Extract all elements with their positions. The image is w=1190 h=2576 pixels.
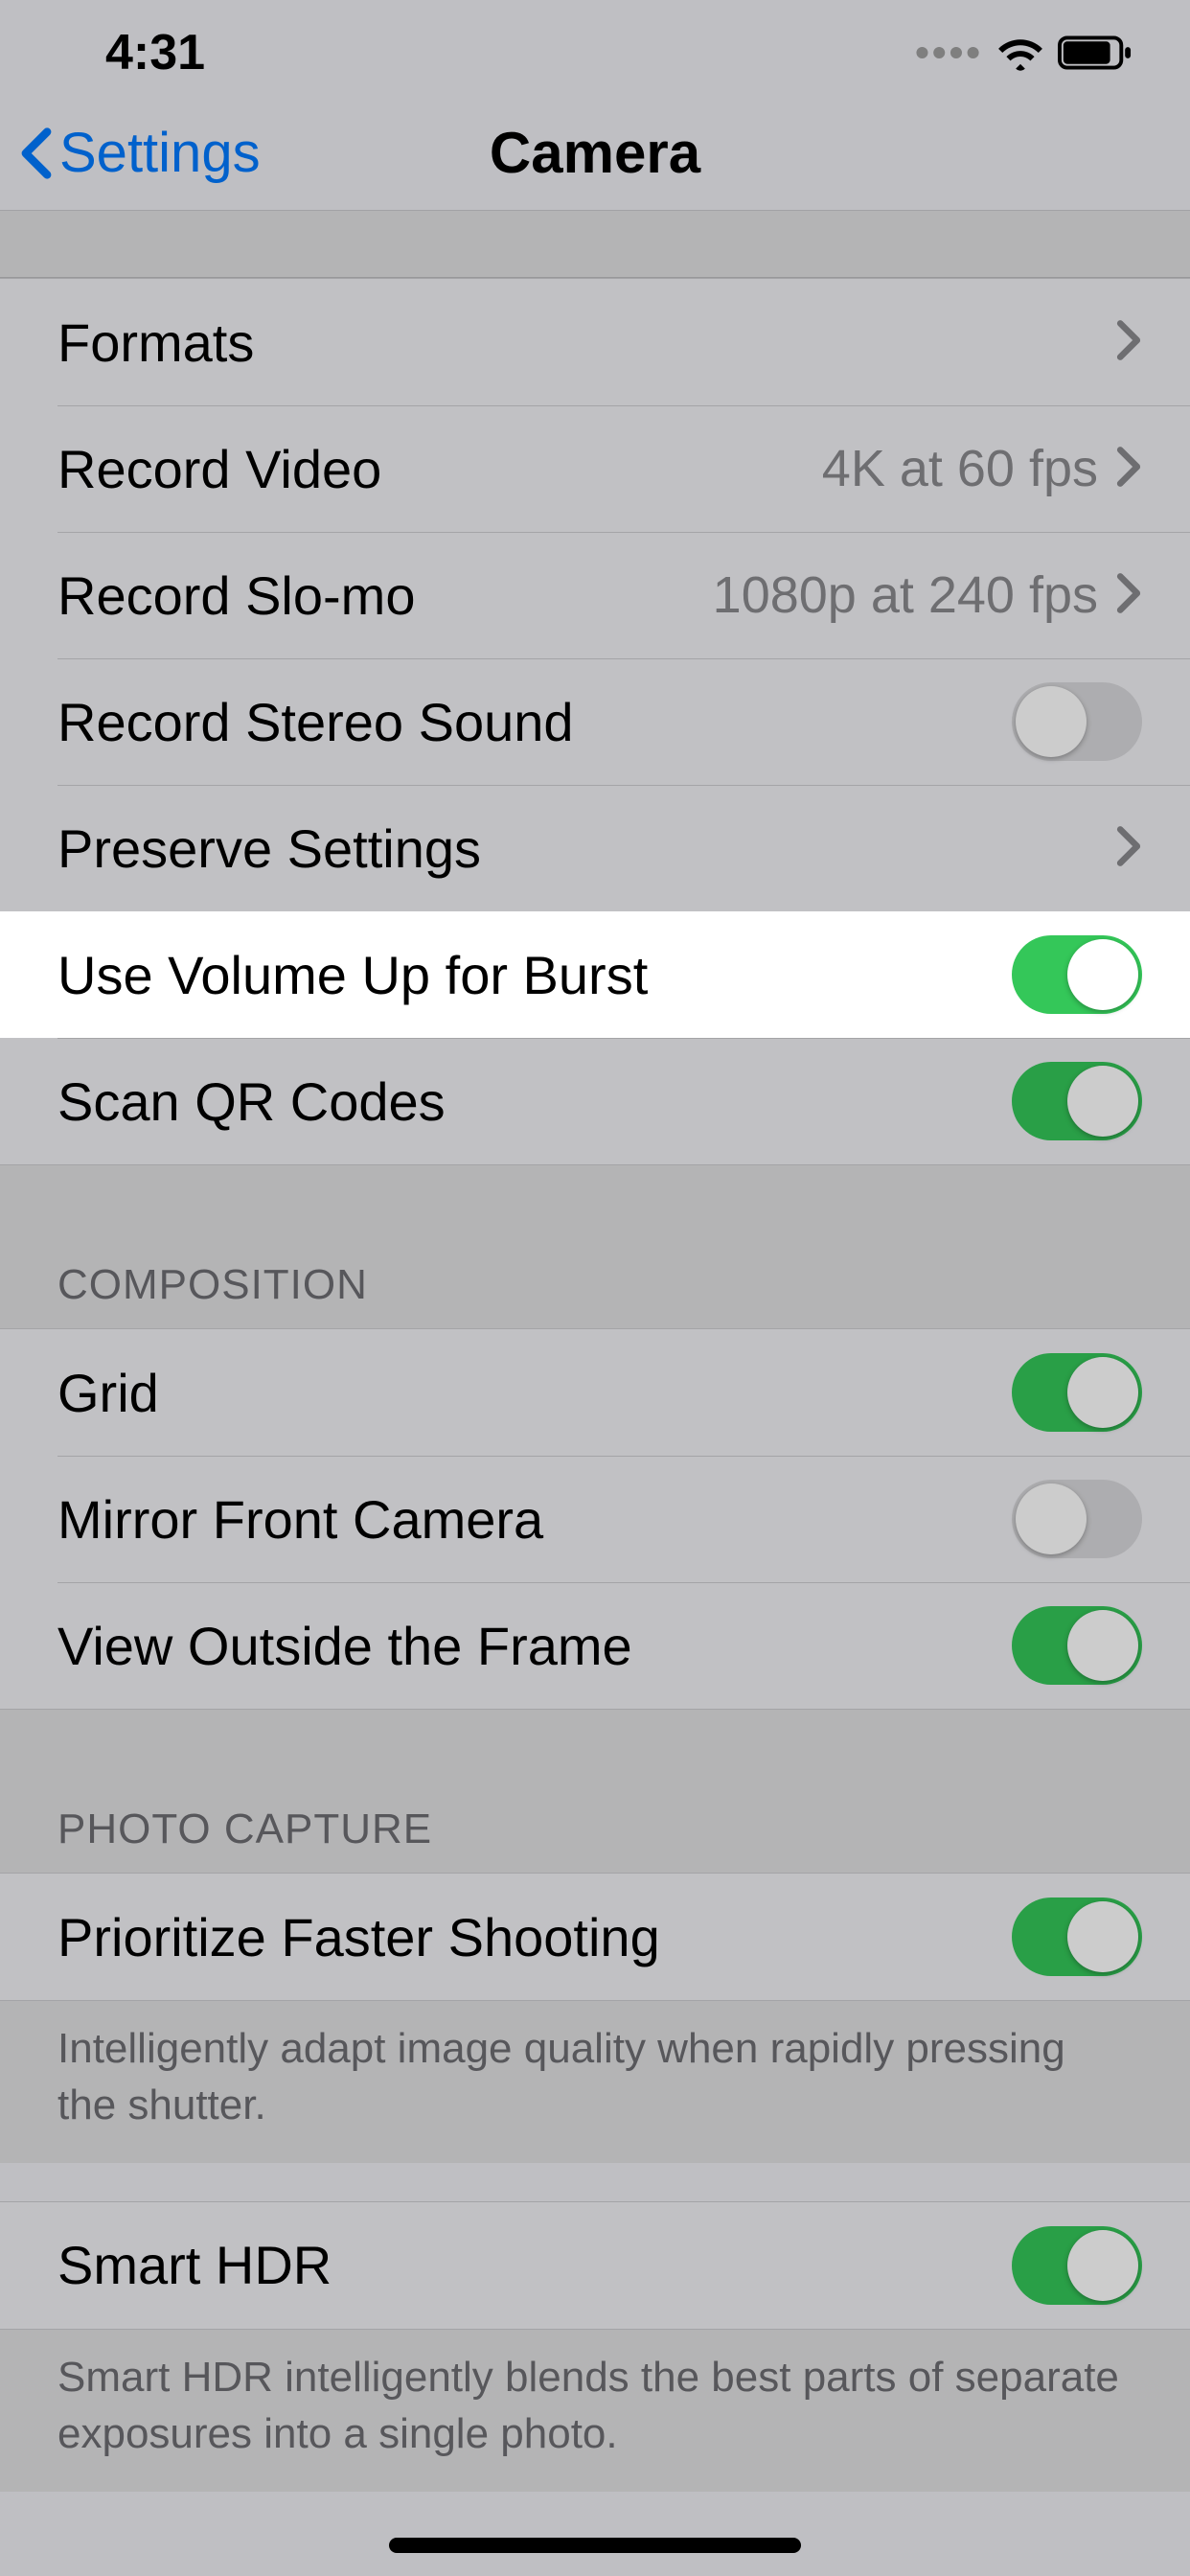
row-label: Smart HDR xyxy=(57,2234,1012,2296)
settings-camera-screen: 4:31 •••• Settings Camera Formats Rec xyxy=(0,0,1190,2576)
section-header-photo-capture: PHOTO CAPTURE xyxy=(0,1710,1190,1873)
chevron-right-icon xyxy=(1115,446,1142,493)
row-label: Record Video xyxy=(57,438,822,500)
cellular-dots-icon: •••• xyxy=(915,33,983,73)
wifi-icon xyxy=(996,34,1044,71)
status-right: •••• xyxy=(915,33,1133,73)
row-preserve-settings[interactable]: Preserve Settings xyxy=(0,785,1190,911)
row-scan-qr: Scan QR Codes xyxy=(0,1038,1190,1164)
row-label: Record Stereo Sound xyxy=(57,691,1012,753)
row-label: Use Volume Up for Burst xyxy=(57,944,1012,1006)
row-mirror-front: Mirror Front Camera xyxy=(0,1456,1190,1582)
back-label: Settings xyxy=(59,121,261,185)
row-label: View Outside the Frame xyxy=(57,1615,1012,1677)
row-grid: Grid xyxy=(0,1329,1190,1456)
toggle-grid[interactable] xyxy=(1012,1353,1142,1432)
row-detail: 4K at 60 fps xyxy=(822,439,1098,498)
row-label: Record Slo-mo xyxy=(57,564,713,627)
row-smart-hdr: Smart HDR xyxy=(0,2202,1190,2329)
row-label: Mirror Front Camera xyxy=(57,1488,1012,1551)
row-stereo-sound: Record Stereo Sound xyxy=(0,658,1190,785)
section-header-composition: COMPOSITION xyxy=(0,1165,1190,1328)
toggle-smart-hdr[interactable] xyxy=(1012,2226,1142,2305)
list-group-composition: Grid Mirror Front Camera View Outside th… xyxy=(0,1328,1190,1710)
list-group-main: Formats Record Video 4K at 60 fps Record… xyxy=(0,278,1190,1165)
list-group-smart-hdr: Smart HDR xyxy=(0,2201,1190,2330)
row-label: Preserve Settings xyxy=(57,817,1115,880)
row-detail: 1080p at 240 fps xyxy=(713,565,1098,625)
row-volume-burst: Use Volume Up for Burst xyxy=(0,911,1190,1038)
list-group-prioritize: Prioritize Faster Shooting xyxy=(0,1873,1190,2001)
toggle-scan-qr[interactable] xyxy=(1012,1062,1142,1140)
toggle-prioritize[interactable] xyxy=(1012,1898,1142,1976)
chevron-right-icon xyxy=(1115,825,1142,872)
home-indicator[interactable] xyxy=(389,2538,801,2553)
nav-bar: Settings Camera xyxy=(0,96,1190,211)
row-label: Scan QR Codes xyxy=(57,1070,1012,1133)
status-time: 4:31 xyxy=(105,24,205,81)
status-bar: 4:31 •••• xyxy=(0,0,1190,96)
chevron-right-icon xyxy=(1115,319,1142,366)
row-label: Grid xyxy=(57,1362,1012,1424)
chevron-left-icon xyxy=(19,126,54,180)
battery-icon xyxy=(1058,34,1133,71)
chevron-right-icon xyxy=(1115,572,1142,619)
row-prioritize: Prioritize Faster Shooting xyxy=(0,1874,1190,2000)
page-title: Camera xyxy=(490,120,700,186)
row-label: Formats xyxy=(57,311,1115,374)
back-button[interactable]: Settings xyxy=(19,121,261,185)
toggle-mirror-front[interactable] xyxy=(1012,1480,1142,1558)
row-outside-frame: View Outside the Frame xyxy=(0,1582,1190,1709)
section-footer-prioritize: Intelligently adapt image quality when r… xyxy=(0,2001,1190,2163)
row-label: Prioritize Faster Shooting xyxy=(57,1906,1012,1968)
row-formats[interactable]: Formats xyxy=(0,279,1190,405)
section-spacer xyxy=(0,211,1190,278)
toggle-volume-burst[interactable] xyxy=(1012,935,1142,1014)
section-footer-smart-hdr: Smart HDR intelligently blends the best … xyxy=(0,2330,1190,2492)
row-record-slomo[interactable]: Record Slo-mo 1080p at 240 fps xyxy=(0,532,1190,658)
toggle-outside-frame[interactable] xyxy=(1012,1606,1142,1685)
row-record-video[interactable]: Record Video 4K at 60 fps xyxy=(0,405,1190,532)
toggle-stereo-sound[interactable] xyxy=(1012,682,1142,761)
